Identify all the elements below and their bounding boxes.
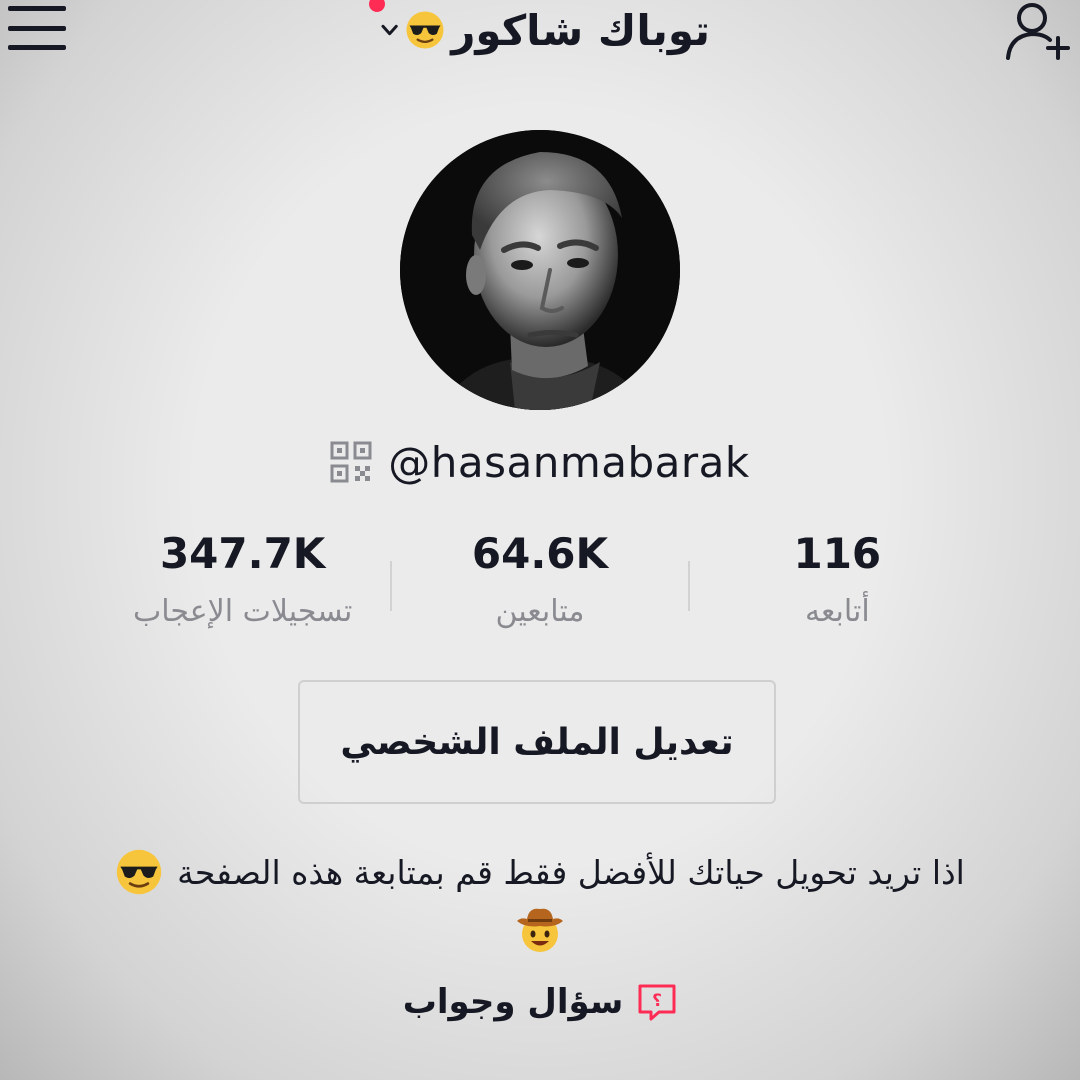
page-title: توباك شاكور xyxy=(451,5,710,55)
qa-label: سؤال وجواب xyxy=(402,982,624,1022)
cowboy-emoji-icon xyxy=(517,908,563,952)
avatar[interactable] xyxy=(400,130,680,410)
question-bubble-icon: ؟ xyxy=(638,984,676,1021)
sunglasses-emoji-icon xyxy=(406,11,444,49)
username: @hasanmabarak xyxy=(388,437,750,487)
stat-followers-label: متابعين xyxy=(495,594,585,629)
stat-likes[interactable]: 347.7K تسجيلات الإعجاب xyxy=(95,526,390,646)
qa-link[interactable]: سؤال وجواب ؟ xyxy=(0,972,1080,1032)
edit-profile-button[interactable]: تعديل الملف الشخصي xyxy=(298,680,776,804)
stat-followers[interactable]: 64.6K متابعين xyxy=(392,526,687,646)
stat-following[interactable]: 116 أتابعه xyxy=(690,526,985,646)
stat-likes-label: تسجيلات الإعجاب xyxy=(133,594,353,629)
username-row: @hasanmabarak xyxy=(0,432,1080,492)
stat-following-label: أتابعه xyxy=(804,594,870,629)
account-switcher[interactable]: توباك شاكور xyxy=(380,0,710,60)
stat-followers-value: 64.6K xyxy=(471,529,609,578)
add-user-icon[interactable] xyxy=(1004,0,1072,64)
avatar-photo xyxy=(400,130,680,410)
bio-text: اذا تريد تحويل حياتك للأفضل فقط قم بمتاب… xyxy=(177,852,965,892)
hamburger-menu-icon[interactable] xyxy=(8,6,66,50)
bio: اذا تريد تحويل حياتك للأفضل فقط قم بمتاب… xyxy=(60,842,1020,902)
profile-stats: 347.7K تسجيلات الإعجاب 64.6K متابعين 116… xyxy=(95,526,985,646)
bio-emoji-row xyxy=(0,904,1080,960)
stat-following-value: 116 xyxy=(793,529,882,578)
qr-code-icon[interactable] xyxy=(330,441,372,483)
sunglasses-emoji-icon xyxy=(116,849,162,895)
chevron-down-icon xyxy=(381,24,398,36)
svg-text:؟: ؟ xyxy=(652,991,662,1011)
stat-likes-value: 347.7K xyxy=(159,529,326,578)
